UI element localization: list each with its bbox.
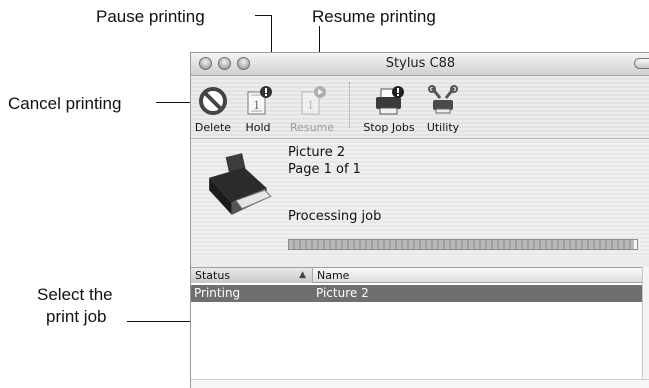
column-header-status-label: Status <box>195 269 231 282</box>
utility-tools-icon <box>428 85 458 114</box>
cancel-printing-callout: Cancel printing <box>8 94 122 113</box>
job-page-count: Page 1 of 1 <box>288 162 361 177</box>
leader-pause-horizontal <box>255 15 272 16</box>
table-scrollbar[interactable] <box>642 267 649 388</box>
job-name: Picture 2 <box>288 145 346 160</box>
svg-text:1: 1 <box>307 97 314 112</box>
delete-button[interactable]: Delete <box>191 76 235 138</box>
stop-jobs-label: Stop Jobs <box>363 121 415 134</box>
select-print-job-callout-line1: Select the <box>37 285 113 304</box>
toolbar-toggle-button[interactable] <box>634 58 649 69</box>
hold-icon: 1 <box>247 86 272 115</box>
toolbar: Delete 1 Hold 1 Resume Stop Jobs Utility <box>191 76 649 139</box>
column-header-name[interactable]: Name <box>313 268 643 283</box>
jobs-table: Status ▲ Name Printing Picture 2 <box>191 267 649 388</box>
resume-button[interactable]: 1 Resume <box>281 76 343 138</box>
window-titlebar[interactable]: Stylus C88 <box>191 53 649 76</box>
hold-label: Hold <box>245 121 271 134</box>
resume-printing-callout: Resume printing <box>312 7 436 26</box>
job-status-text: Processing job <box>288 209 382 224</box>
resume-label: Resume <box>289 121 335 134</box>
jobs-table-header: Status ▲ Name <box>191 267 649 283</box>
pause-printing-callout: Pause printing <box>96 7 205 26</box>
table-row[interactable]: Printing Picture 2 <box>191 285 643 302</box>
select-print-job-callout-line2: print job <box>46 307 107 326</box>
column-header-status[interactable]: Status ▲ <box>191 268 313 283</box>
hold-button[interactable]: 1 Hold <box>235 76 281 138</box>
job-row-status: Printing <box>194 286 241 300</box>
job-progress-fill <box>289 240 634 249</box>
utility-label: Utility <box>426 121 460 134</box>
print-queue-window: Stylus C88 Delete 1 Hold 1 Resume Stop J… <box>190 52 649 388</box>
sort-ascending-icon: ▲ <box>299 270 306 280</box>
toolbar-separator <box>349 82 350 128</box>
delete-label: Delete <box>194 121 232 134</box>
printer-icon <box>209 153 272 215</box>
printer-stop-icon <box>376 86 404 115</box>
stop-jobs-button[interactable]: Stop Jobs <box>357 76 421 138</box>
job-row-name: Picture 2 <box>316 286 369 300</box>
job-progress-bar <box>288 239 638 250</box>
svg-text:1: 1 <box>253 97 260 112</box>
current-job-panel: Picture 2 Page 1 of 1 Processing job <box>191 139 649 258</box>
utility-button[interactable]: Utility <box>421 76 465 138</box>
window-title: Stylus C88 <box>385 56 456 71</box>
resume-icon: 1 <box>301 86 326 115</box>
delete-icon <box>199 87 227 115</box>
